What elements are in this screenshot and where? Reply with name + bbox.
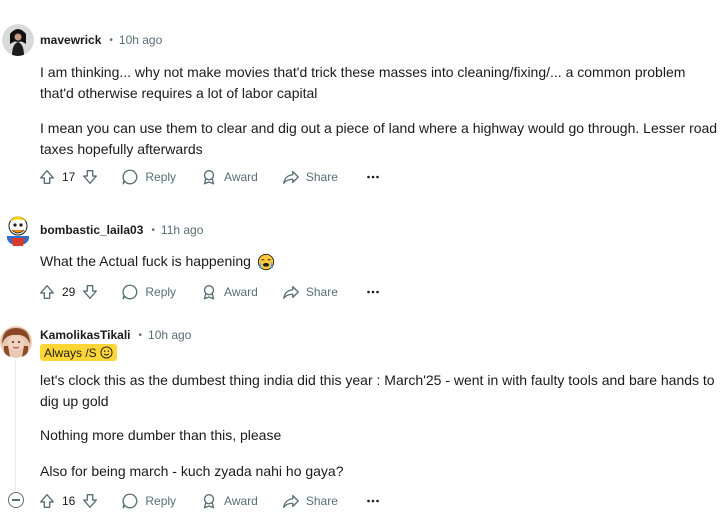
separator-dot: • — [138, 329, 143, 341]
share-arrow-icon — [282, 492, 300, 510]
more-dots-icon — [366, 494, 380, 508]
comment-text: let's clock this as the dumbest thing in… — [40, 372, 715, 409]
vote-count: 29 — [62, 285, 76, 299]
arrow-up-icon[interactable] — [38, 492, 56, 510]
share-label: Share — [305, 285, 338, 299]
comment-meta: bombastic_laila03 • 11h ago — [40, 223, 203, 237]
share-arrow-icon — [282, 168, 300, 186]
more-dots-icon — [366, 285, 380, 299]
reply-button[interactable]: Reply — [121, 492, 176, 510]
avatar[interactable] — [2, 212, 34, 246]
timestamp[interactable]: 10h ago — [148, 328, 191, 342]
reply-label: Reply — [145, 494, 177, 508]
speech-bubble-icon — [121, 168, 139, 186]
comment-text: I am thinking... why not make movies tha… — [40, 64, 686, 101]
minus-circle-icon[interactable] — [8, 492, 24, 508]
username[interactable]: KamolikasTikali — [40, 328, 131, 342]
reply-button[interactable]: Reply — [121, 283, 176, 301]
arrow-down-icon[interactable] — [81, 168, 99, 186]
award-label: Award — [224, 170, 258, 184]
flair-text: Always /S — [44, 345, 97, 360]
award-label: Award — [224, 285, 258, 299]
separator-dot: • — [109, 34, 113, 46]
avatar[interactable] — [0, 326, 32, 358]
award-ribbon-icon — [200, 283, 218, 301]
award-ribbon-icon — [200, 168, 218, 186]
arrow-up-icon[interactable] — [38, 168, 56, 186]
share-button[interactable]: Share — [282, 283, 338, 301]
comment-text: I mean you can use them to clear and dig… — [40, 120, 718, 157]
separator-dot: • — [151, 224, 155, 236]
more-dots-icon — [366, 170, 380, 184]
vote-count: 17 — [62, 170, 76, 184]
arrow-down-icon[interactable] — [81, 283, 99, 301]
more-options-button[interactable] — [366, 285, 380, 299]
reply-label: Reply — [145, 170, 177, 184]
timestamp[interactable]: 11h ago — [161, 223, 204, 237]
award-button[interactable]: Award — [200, 492, 258, 510]
comment-1: mavewrick • 10h ago I am thinking... why… — [0, 0, 725, 200]
share-label: Share — [305, 494, 338, 508]
comment-actions: 29 Reply Award Share — [38, 280, 380, 304]
award-button[interactable]: Award — [200, 283, 258, 301]
arrow-up-icon[interactable] — [38, 283, 56, 301]
comment-actions: 16 Reply Award Share — [38, 489, 380, 513]
comment-text: What the Actual fuck is happening — [40, 253, 251, 269]
speech-bubble-icon — [121, 492, 139, 510]
avatar[interactable] — [2, 24, 34, 56]
share-button[interactable]: Share — [282, 168, 338, 186]
username[interactable]: mavewrick — [40, 33, 101, 47]
crying-face-emoji — [257, 253, 275, 271]
timestamp[interactable]: 10h ago — [119, 33, 162, 47]
vote-count: 16 — [62, 494, 76, 508]
arrow-down-icon[interactable] — [81, 492, 99, 510]
comment-meta: mavewrick • 10h ago — [40, 33, 162, 47]
comment-actions: 17 Reply Award Share — [38, 165, 380, 189]
smile-face-emoji — [100, 346, 113, 359]
award-button[interactable]: Award — [200, 168, 258, 186]
comment-3: KamolikasTikali • 10h ago Always /S let'… — [0, 310, 725, 521]
more-options-button[interactable] — [366, 170, 380, 184]
comment-text-row: What the Actual fuck is happening — [40, 251, 720, 272]
award-ribbon-icon — [200, 492, 218, 510]
reply-button[interactable]: Reply — [121, 168, 176, 186]
username[interactable]: bombastic_laila03 — [40, 223, 143, 237]
comment-text: Nothing more dumber than this, please — [40, 427, 282, 443]
reply-label: Reply — [145, 285, 177, 299]
more-options-button[interactable] — [366, 494, 380, 508]
comment-text: Also for being march - kuch zyada nahi h… — [40, 463, 344, 479]
comment-2: bombastic_laila03 • 11h ago What the Act… — [0, 200, 725, 310]
user-flair: Always /S — [40, 344, 117, 361]
share-label: Share — [305, 170, 338, 184]
share-button[interactable]: Share — [282, 492, 338, 510]
comment-meta: KamolikasTikali • 10h ago — [40, 328, 191, 342]
speech-bubble-icon — [121, 283, 139, 301]
award-label: Award — [224, 494, 258, 508]
share-arrow-icon — [282, 283, 300, 301]
